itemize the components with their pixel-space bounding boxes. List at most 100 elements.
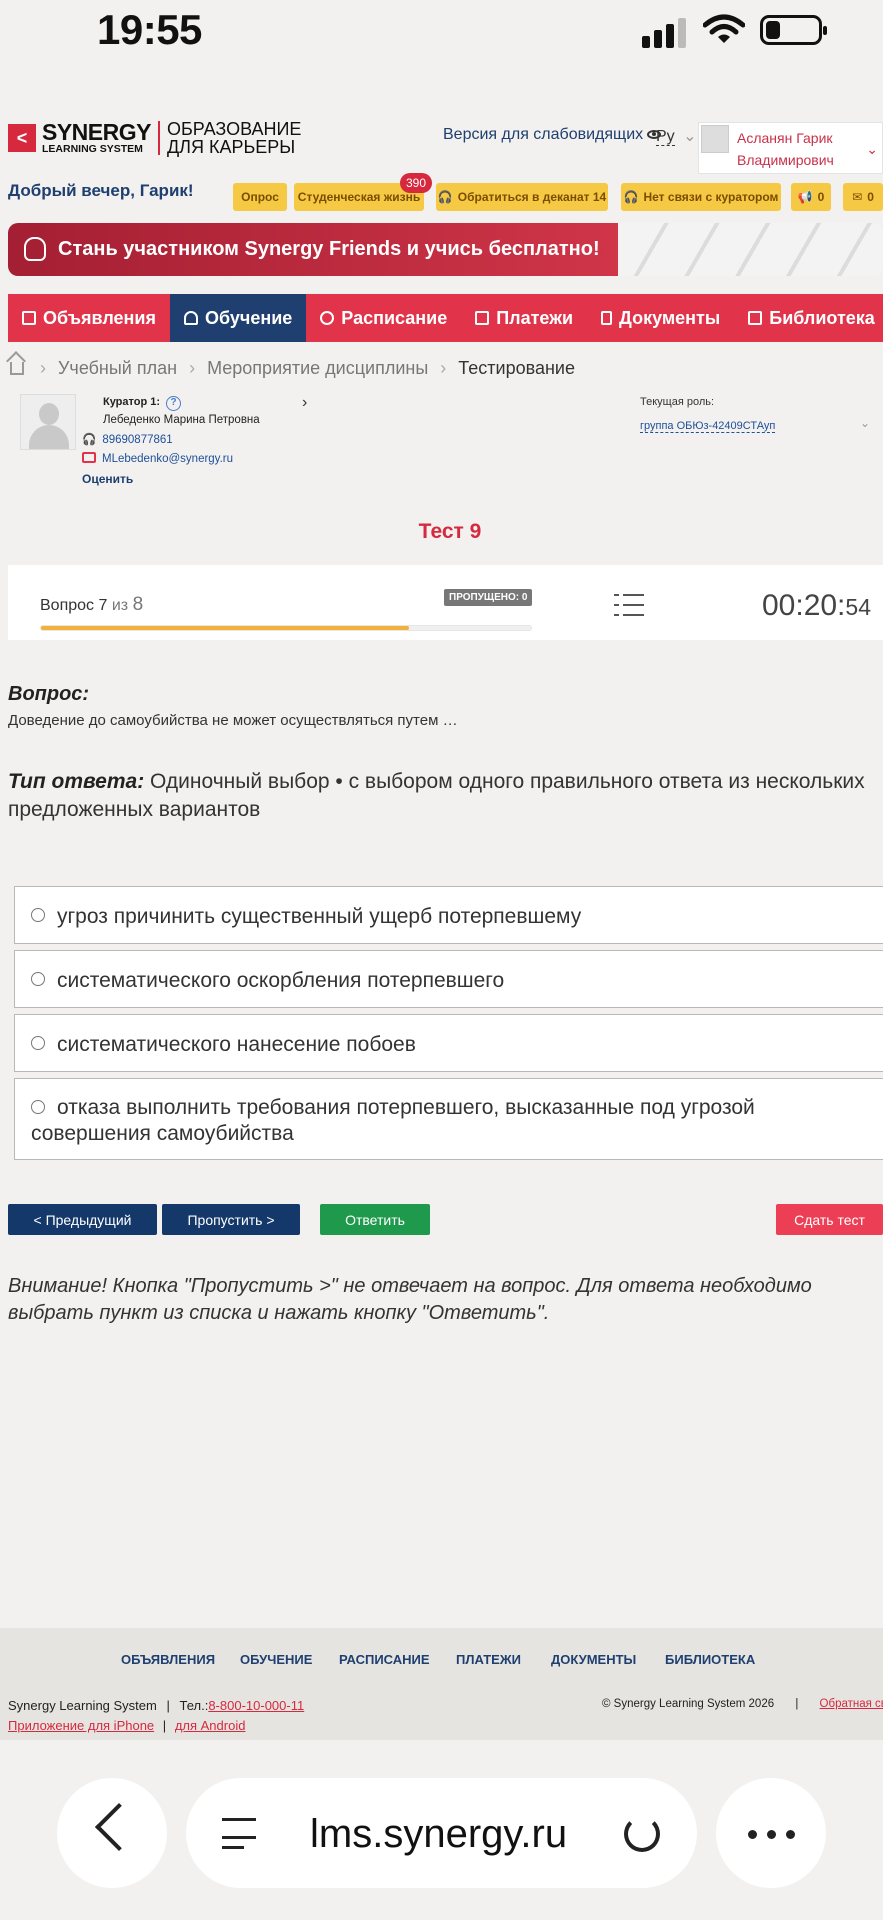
headset-icon: 🎧: [82, 434, 97, 446]
rate-curator-link[interactable]: Оценить: [82, 472, 133, 486]
chevron-right-icon[interactable]: ›: [302, 394, 307, 412]
curator-title: Куратор 1:?: [103, 396, 182, 411]
pointer-hand-icon: [24, 237, 46, 261]
answer-option[interactable]: угроз причинить существенный ущерб потер…: [14, 886, 883, 944]
question-list-icon[interactable]: [614, 593, 644, 617]
breadcrumb-study-plan[interactable]: Учебный план: [58, 358, 177, 379]
browser-toolbar: lms.synergy.ru: [0, 1740, 883, 1920]
headset-icon: 🎧: [437, 190, 453, 204]
footer-nav-documents[interactable]: ДОКУМЕНТЫ: [551, 1652, 636, 1667]
breadcrumb-discipline-event[interactable]: Мероприятие дисциплины: [207, 358, 428, 379]
progress-fill: [41, 626, 409, 630]
curator-phone[interactable]: 🎧 89690877861: [82, 432, 173, 446]
help-icon[interactable]: ?: [166, 396, 182, 411]
main-nav: Объявления Обучение Расписание Платежи Д…: [8, 294, 883, 342]
document-icon: [601, 311, 613, 325]
previous-button[interactable]: < Предыдущий: [8, 1204, 157, 1235]
answer-option[interactable]: отказа выполнить требования потерпевшего…: [14, 1078, 883, 1160]
clock: 19:55: [97, 6, 202, 53]
chevron-down-icon: ⌄: [866, 141, 878, 157]
reload-icon[interactable]: [624, 1816, 660, 1852]
chevron-left-icon: [94, 1802, 144, 1852]
footer-nav-payments[interactable]: ПЛАТЕЖИ: [456, 1652, 521, 1667]
mail-icon: ✉: [852, 190, 863, 204]
survey-button[interactable]: Опрос: [233, 183, 287, 211]
feedback-link[interactable]: Обратная связь: [820, 1698, 883, 1710]
breadcrumb-current: Тестирование: [458, 358, 575, 378]
avatar: [701, 125, 729, 153]
footer-nav-library[interactable]: БИБЛИОТЕКА: [665, 1652, 755, 1667]
footer-nav-schedule[interactable]: РАСПИСАНИЕ: [339, 1652, 430, 1667]
nav-library[interactable]: Библиотека⌄: [734, 294, 883, 342]
book-icon: [748, 311, 763, 325]
status-bar: 19:55: [0, 0, 883, 62]
progress-card: Вопрос 7 из 8 ПРОПУЩЕНО: 0 00:20:54: [8, 565, 883, 640]
radio-button[interactable]: [31, 1036, 45, 1050]
answer-option[interactable]: систематического оскорбления потерпевшег…: [14, 950, 883, 1008]
clock-icon: [320, 311, 335, 325]
radio-button[interactable]: [31, 972, 45, 986]
question-heading: Вопрос:: [8, 683, 90, 705]
reader-icon[interactable]: [222, 1816, 256, 1852]
battery-icon: [760, 15, 827, 45]
footer-contacts: Synergy Learning System | Тел.:8-800-10-…: [8, 1698, 305, 1713]
graduation-cap-icon: [183, 311, 198, 325]
role-select[interactable]: группа ОБЮз-42409СТАуп: [640, 420, 776, 433]
curator-name: Лебеденко Марина Петровна: [103, 414, 260, 426]
browser-more-button[interactable]: [716, 1778, 826, 1888]
banner-illustration: [618, 223, 883, 276]
footer-nav-announcements[interactable]: ОБЪЯВЛЕНИЯ: [121, 1652, 215, 1667]
nav-announcements[interactable]: Объявления: [8, 294, 170, 342]
nav-documents[interactable]: Документы: [587, 294, 734, 342]
language-select[interactable]: Ру ⌄: [656, 126, 697, 146]
android-app-link[interactable]: для Android: [175, 1718, 246, 1733]
question-text: Доведение до самоубийства не может осуще…: [8, 712, 458, 729]
synergy-logo[interactable]: < SYNERGY LEARNING SYSTEM ОБРАЗОВАНИЕ ДЛ…: [8, 120, 301, 156]
browser-back-button[interactable]: [57, 1778, 167, 1888]
iphone-app-link[interactable]: Приложение для iPhone: [8, 1718, 154, 1733]
test-title: Тест 9: [418, 520, 482, 543]
no-curator-contact-button[interactable]: 🎧 Нет связи с куратором: [621, 183, 781, 211]
nav-schedule[interactable]: Расписание: [306, 294, 461, 342]
footer: ОБЪЯВЛЕНИЯ ОБУЧЕНИЕ РАСПИСАНИЕ ПЛАТЕЖИ Д…: [0, 1628, 883, 1740]
answer-option[interactable]: систематического нанесение побоев: [14, 1014, 883, 1072]
headset-icon: 🎧: [623, 190, 639, 204]
megaphone-icon: 📢: [797, 190, 813, 204]
curator-email[interactable]: MLebedenko@synergy.ru: [82, 452, 233, 465]
nav-payments[interactable]: Платежи: [461, 294, 587, 342]
synergy-friends-banner[interactable]: Стань участником Synergy Friends и учись…: [8, 223, 883, 276]
radio-button[interactable]: [31, 908, 45, 922]
cellular-signal-icon: [642, 16, 688, 48]
user-menu[interactable]: Асланян Гарик Владимирович ⌄: [698, 122, 883, 174]
more-dots-icon: [748, 1830, 757, 1839]
announcements-counter-button[interactable]: 📢 0: [791, 183, 831, 211]
progress-bar: [40, 625, 532, 631]
skip-button[interactable]: Пропустить >: [162, 1204, 300, 1235]
messages-counter-button[interactable]: ✉ 0: [843, 183, 883, 211]
home-icon[interactable]: [10, 362, 24, 375]
footer-phone-link[interactable]: 8-800-10-000-11: [208, 1698, 304, 1713]
timer: 00:20:54: [761, 589, 871, 622]
footer-nav-learning[interactable]: ОБУЧЕНИЕ: [240, 1652, 312, 1667]
footer-copyright: © Synergy Learning System 2026 | Обратна…: [602, 1698, 883, 1710]
url-host: lms.synergy.ru: [310, 1812, 568, 1856]
skipped-badge: ПРОПУЩЕНО: 0: [444, 589, 533, 606]
mail-icon: [82, 452, 96, 463]
greeting: Добрый вечер, Гарик!: [8, 181, 194, 200]
wifi-icon: [703, 14, 745, 43]
answer-type: Тип ответа: Одиночный выбор • с выбором …: [8, 770, 865, 821]
radio-button[interactable]: [31, 1100, 45, 1114]
chevron-down-icon[interactable]: ⌄: [860, 416, 870, 430]
finish-test-button[interactable]: Сдать тест: [776, 1204, 883, 1235]
curator-avatar: [20, 394, 76, 450]
footer-apps: Приложение для iPhone | для Android: [8, 1718, 246, 1733]
low-vision-link[interactable]: Версия для слабовидящих: [443, 126, 662, 144]
logo-mark-icon: <: [8, 124, 36, 152]
answer-button[interactable]: Ответить: [320, 1204, 430, 1235]
address-bar[interactable]: lms.synergy.ru: [186, 1778, 697, 1888]
wallet-icon: [475, 311, 490, 325]
student-life-badge: 390: [400, 173, 433, 193]
contact-dean-button[interactable]: 🎧 Обратиться в деканат 14: [436, 183, 608, 211]
chevron-down-icon: ⌄: [683, 128, 697, 145]
nav-learning[interactable]: Обучение: [169, 294, 307, 342]
